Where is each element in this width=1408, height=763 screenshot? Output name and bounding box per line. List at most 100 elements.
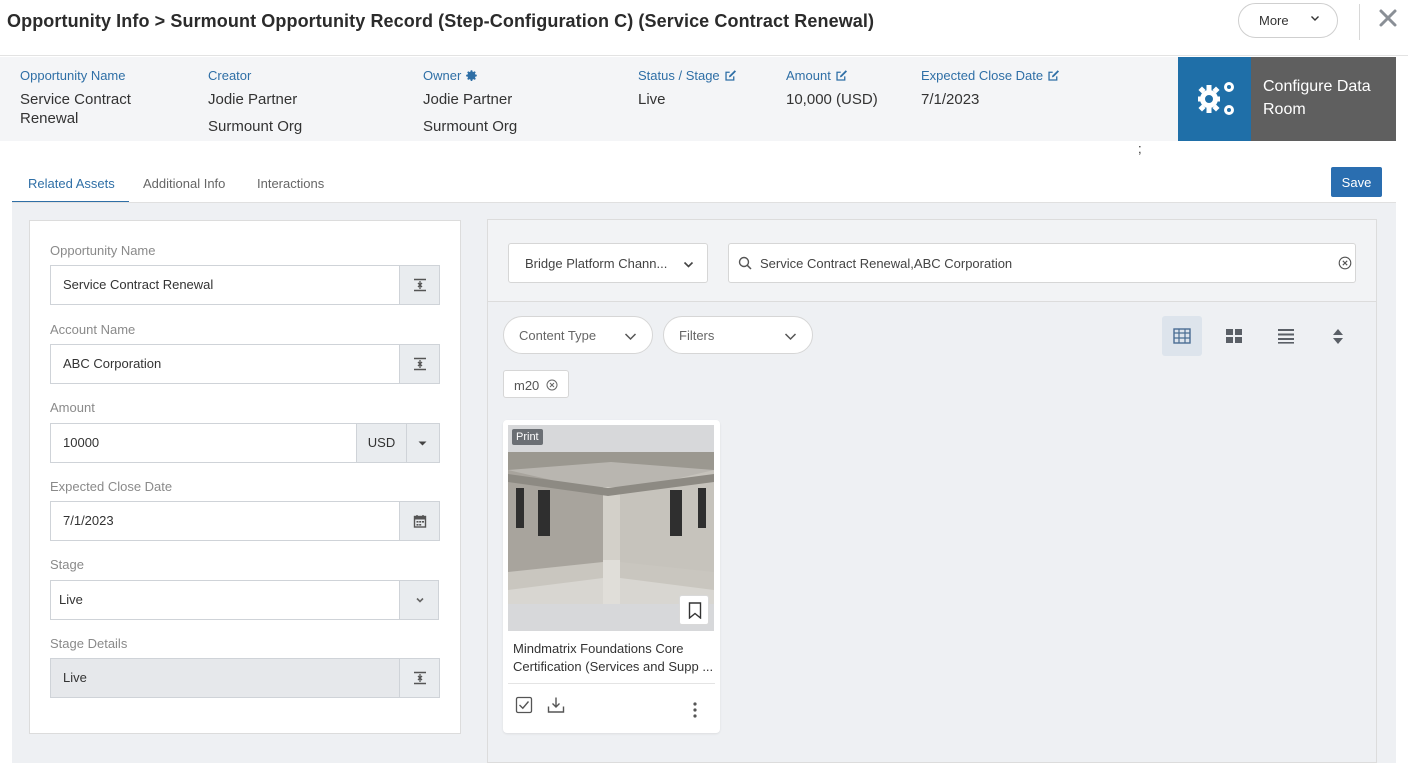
field-value: Service Contract Renewal <box>63 277 214 292</box>
tab-interactions[interactable]: Interactions <box>257 165 324 203</box>
asset-thumbnail[interactable]: Print <box>508 425 714 631</box>
remove-tag-icon[interactable] <box>546 379 558 391</box>
filter-tag-label: m20 <box>514 378 540 393</box>
summary-status: Status / Stage Live <box>638 68 737 109</box>
stage-dropdown-button[interactable] <box>399 581 438 619</box>
currency-dropdown-button[interactable] <box>407 424 439 462</box>
list-view-button[interactable] <box>1266 316 1306 356</box>
calendar-icon <box>413 515 427 528</box>
search-input[interactable]: Service Contract Renewal,ABC Corporation <box>760 256 1012 271</box>
field-value: Live <box>63 670 87 685</box>
gears-icon <box>1198 82 1234 115</box>
channel-dropdown[interactable]: Bridge Platform Chann... <box>508 243 708 283</box>
summary-close-date: Expected Close Date 7/1/2023 <box>921 68 1060 109</box>
stage-details-label: Stage Details <box>50 636 128 651</box>
summary-opportunity-name: Opportunity Name Service Contract Renewa… <box>20 68 190 128</box>
summary-label: Expected Close Date <box>921 67 1044 83</box>
summary-value: 10,000 (USD) <box>786 91 878 108</box>
summary-owner: Owner Jodie Partner <box>423 68 512 109</box>
map-field-button[interactable] <box>399 345 439 383</box>
checkbox-icon[interactable] <box>515 696 533 714</box>
account-name-label: Account Name <box>50 322 136 337</box>
close-icon[interactable] <box>1378 8 1398 30</box>
amount-label: Amount <box>50 400 95 415</box>
building-photo <box>508 452 714 604</box>
config-icon-box <box>1178 57 1251 141</box>
field-value: Live <box>59 592 83 607</box>
summary-value: Live <box>638 91 666 108</box>
channel-dropdown-value: Bridge Platform Chann... <box>525 256 668 271</box>
swap-arrows-icon <box>414 671 426 685</box>
tab-additional-info[interactable]: Additional Info <box>143 165 225 203</box>
tab-related-assets[interactable]: Related Assets <box>12 165 129 203</box>
owner-org: Surmount Org <box>423 118 518 135</box>
summary-amount: Amount 10,000 (USD) <box>786 68 878 109</box>
stage-details-field: Live <box>50 658 440 698</box>
content-type-dropdown[interactable]: Content Type <box>503 316 653 354</box>
stage-label: Stage <box>50 557 84 572</box>
save-button[interactable]: Save <box>1331 167 1382 197</box>
asset-card[interactable]: Print Mindmatrix Foundations Core Certif… <box>503 420 720 733</box>
caret-down-icon <box>418 441 427 446</box>
close-date-label: Expected Close Date <box>50 479 173 494</box>
asset-type-badge: Print <box>512 429 543 445</box>
currency-select[interactable]: USD <box>356 424 407 462</box>
edit-icon[interactable] <box>724 69 737 82</box>
opportunity-form: Opportunity Name Service Contract Renewa… <box>29 220 461 734</box>
swap-arrows-icon <box>414 278 426 292</box>
list-icon <box>1278 329 1294 344</box>
opportunity-name-label: Opportunity Name <box>50 243 156 258</box>
sort-button[interactable] <box>1318 316 1358 356</box>
tile-view-button[interactable] <box>1214 316 1254 356</box>
asset-title[interactable]: Mindmatrix Foundations Core Certificatio… <box>513 640 718 676</box>
bookmark-icon <box>688 602 702 619</box>
chevron-down-icon <box>624 333 637 341</box>
gear-icon[interactable] <box>465 69 478 82</box>
date-picker-button[interactable] <box>399 502 439 540</box>
filter-tag[interactable]: m20 <box>503 370 569 398</box>
table-grid-icon <box>1173 328 1191 344</box>
summary-value: Service Contract Renewal <box>20 91 131 127</box>
asset-search[interactable]: Service Contract Renewal,ABC Corporation <box>728 243 1356 283</box>
card-divider <box>508 683 715 684</box>
stage-select[interactable]: Live <box>50 580 439 620</box>
clear-icon[interactable] <box>1338 256 1352 270</box>
chevron-down-icon <box>784 333 797 341</box>
edit-icon[interactable] <box>1047 69 1060 82</box>
filters-label: Filters <box>679 328 715 343</box>
creator-org: Surmount Org <box>208 118 303 135</box>
field-value: 7/1/2023 <box>63 513 114 528</box>
download-icon[interactable] <box>547 696 565 714</box>
tiles-icon <box>1226 329 1242 343</box>
close-date-field[interactable]: 7/1/2023 <box>50 501 440 541</box>
opportunity-name-field[interactable]: Service Contract Renewal <box>50 265 440 305</box>
content-type-label: Content Type <box>519 328 597 343</box>
edit-icon[interactable] <box>835 69 848 82</box>
assets-toolbar: Bridge Platform Chann... Service Contrac… <box>488 220 1376 302</box>
summary-value: 7/1/2023 <box>921 91 980 108</box>
map-field-button[interactable] <box>399 266 439 304</box>
field-value: 10000 <box>63 435 100 450</box>
chevron-down-icon <box>683 261 694 268</box>
configure-data-room-label: Configure Data Room <box>1263 78 1371 118</box>
summary-creator: Creator Jodie Partner <box>208 68 297 109</box>
more-options-icon[interactable] <box>693 702 697 718</box>
page-header: Opportunity Info > Surmount Opportunity … <box>0 0 1408 56</box>
more-button-label: More <box>1259 13 1289 28</box>
summary-label: Status / Stage <box>638 67 720 83</box>
account-name-field[interactable]: ABC Corporation <box>50 344 440 384</box>
summary-label: Creator <box>208 67 252 83</box>
opportunity-summary: Opportunity Name Service Contract Renewa… <box>0 57 1178 141</box>
filters-dropdown[interactable]: Filters <box>663 316 813 354</box>
more-button[interactable]: More <box>1238 3 1338 38</box>
field-value: ABC Corporation <box>63 356 162 371</box>
stray-text: ; <box>1138 141 1142 156</box>
map-field-button[interactable] <box>399 659 439 697</box>
table-view-button[interactable] <box>1162 316 1202 356</box>
header-divider <box>1359 4 1360 40</box>
amount-field[interactable]: 10000 USD <box>50 423 440 463</box>
bookmark-button[interactable] <box>679 595 709 625</box>
swap-arrows-icon <box>414 357 426 371</box>
page-title: Opportunity Info > Surmount Opportunity … <box>7 11 875 31</box>
configure-data-room-button[interactable]: Configure Data Room <box>1178 57 1396 141</box>
